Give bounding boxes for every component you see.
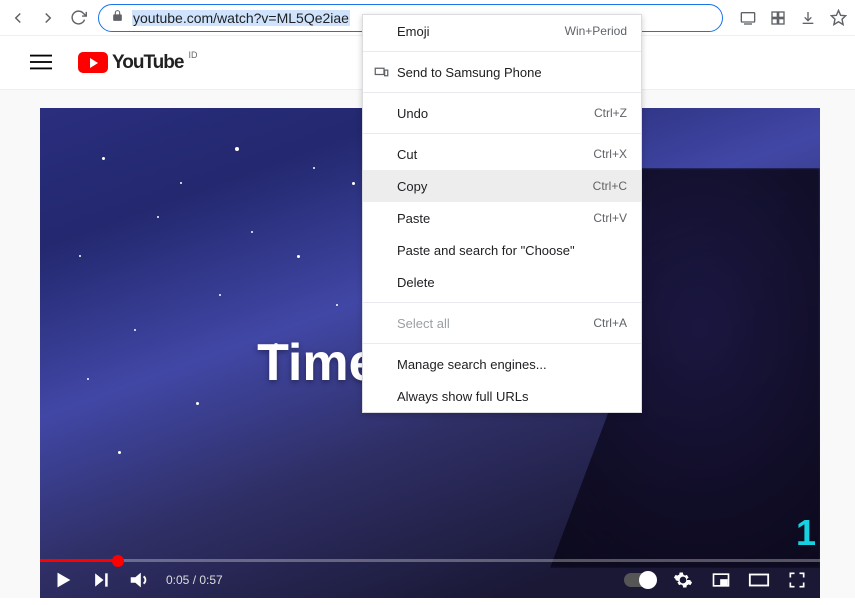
player-controls: 0:05 / 0:57: [40, 562, 820, 598]
forward-button[interactable]: [38, 8, 58, 28]
youtube-wordmark: YouTube: [112, 52, 183, 74]
lock-icon: [111, 9, 124, 27]
play-button[interactable]: [52, 569, 74, 591]
video-overlay-number: 1: [796, 512, 816, 554]
volume-button[interactable]: [128, 569, 150, 591]
ctx-undo[interactable]: UndoCtrl+Z: [363, 97, 641, 129]
download-icon[interactable]: [799, 9, 817, 27]
extensions-icon[interactable]: [769, 9, 787, 27]
ctx-cut[interactable]: CutCtrl+X: [363, 138, 641, 170]
cast-icon[interactable]: [739, 9, 757, 27]
settings-button[interactable]: [672, 569, 694, 591]
ctx-paste-search[interactable]: Paste and search for "Choose": [363, 234, 641, 266]
url-text: youtube.com/watch?v=ML5Qe2iae: [132, 10, 350, 26]
ctx-paste[interactable]: PasteCtrl+V: [363, 202, 641, 234]
ctx-select-all[interactable]: Select allCtrl+A: [363, 307, 641, 339]
time-display: 0:05 / 0:57: [166, 573, 223, 587]
ctx-emoji[interactable]: EmojiWin+Period: [363, 15, 641, 47]
ctx-delete[interactable]: Delete: [363, 266, 641, 298]
devices-icon: [373, 64, 389, 80]
star-icon[interactable]: [829, 9, 847, 27]
back-button[interactable]: [8, 8, 28, 28]
ctx-send-to-phone[interactable]: Send to Samsung Phone: [363, 56, 641, 88]
youtube-play-icon: [78, 52, 108, 73]
fullscreen-button[interactable]: [786, 569, 808, 591]
context-menu: EmojiWin+Period Send to Samsung Phone Un…: [362, 14, 642, 413]
theater-button[interactable]: [748, 569, 770, 591]
ctx-manage-engines[interactable]: Manage search engines...: [363, 348, 641, 380]
country-code: ID: [188, 50, 197, 60]
miniplayer-button[interactable]: [710, 569, 732, 591]
youtube-logo[interactable]: YouTube ID: [78, 52, 183, 74]
menu-button[interactable]: [30, 51, 54, 75]
ctx-copy[interactable]: CopyCtrl+C: [363, 170, 641, 202]
next-button[interactable]: [90, 569, 112, 591]
ctx-full-urls[interactable]: Always show full URLs: [363, 380, 641, 412]
autoplay-toggle[interactable]: [624, 573, 656, 587]
reload-button[interactable]: [68, 8, 88, 28]
